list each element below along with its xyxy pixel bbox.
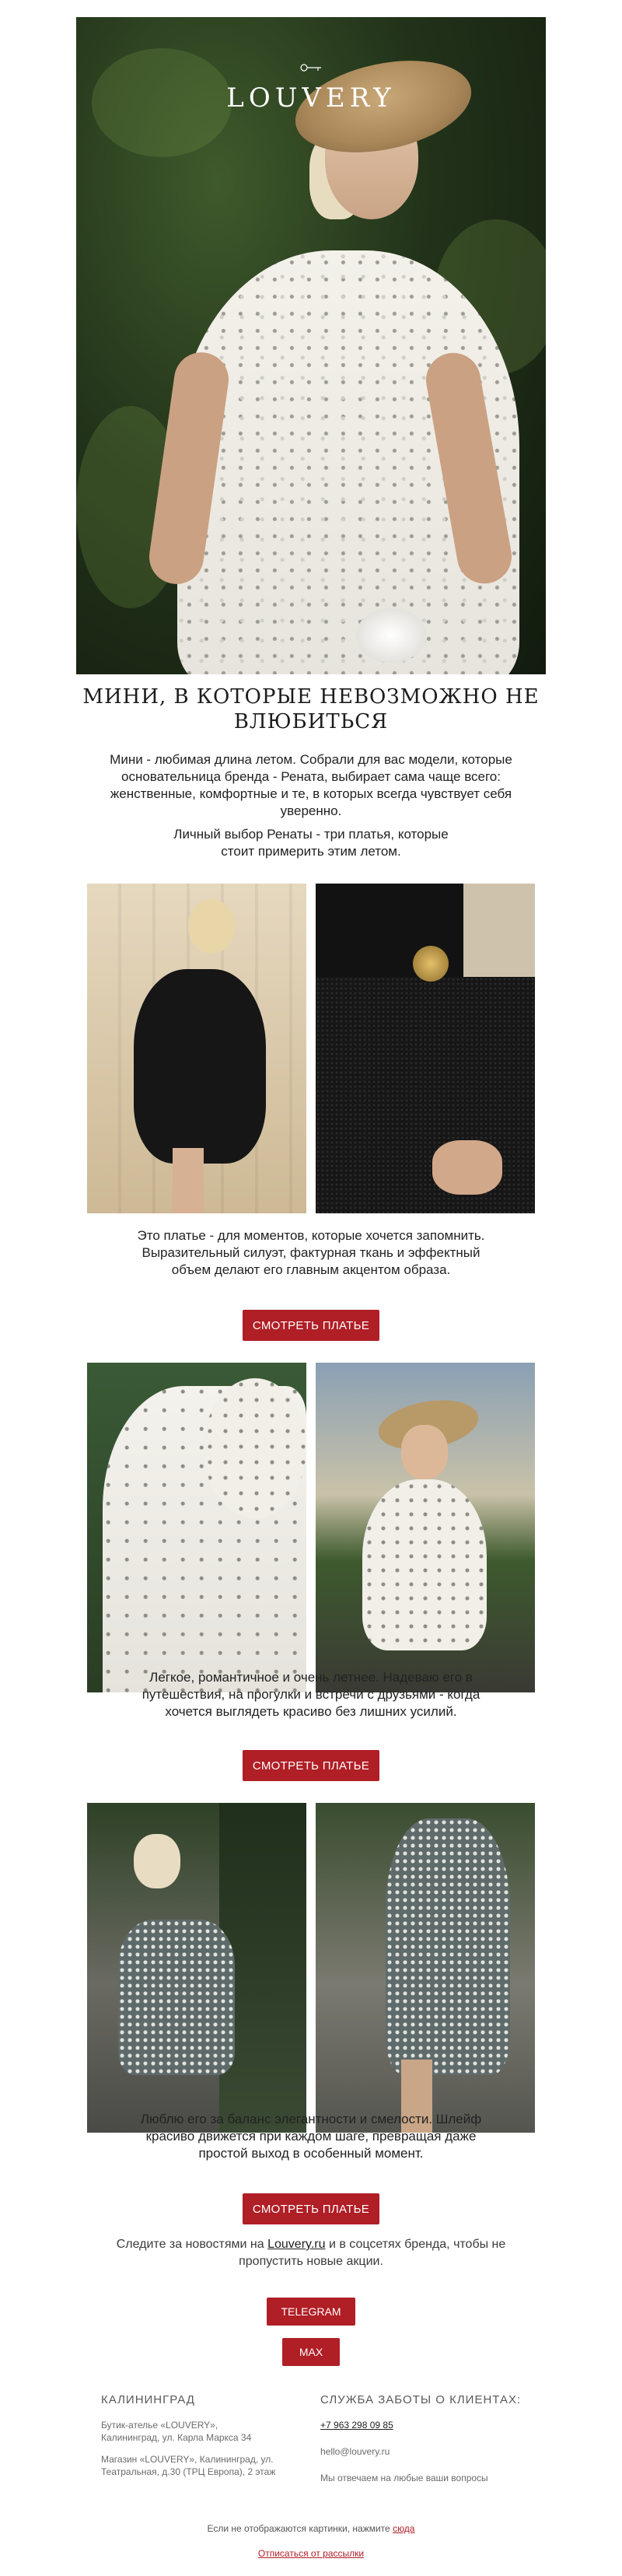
footer-city-heading: КАЛИНИНГРАД bbox=[101, 2393, 195, 2406]
view-dress-button[interactable]: СМОТРЕТЬ ПЛАТЬЕ bbox=[243, 2193, 379, 2224]
section3-photo-left[interactable] bbox=[87, 1803, 306, 2133]
page-title: МИНИ, В КОТОРЫЕ НЕВОЗМОЖНО НЕ ВЛЮБИТЬСЯ bbox=[82, 685, 540, 733]
follow-text-start: Следите за новостями на bbox=[116, 2238, 268, 2251]
section2-photo-left[interactable] bbox=[87, 1363, 306, 1692]
section1-text: Это платье - для моментов, которые хочет… bbox=[137, 1228, 485, 1277]
hero-image[interactable]: LOUVERY bbox=[76, 17, 546, 674]
footer-city-column: КАЛИНИНГРАД Бутик-ателье «LOUVERY», Кали… bbox=[101, 2394, 303, 2487]
section3-photo-right[interactable] bbox=[316, 1803, 535, 2133]
unsubscribe-link[interactable]: Отписаться от рассылки bbox=[0, 2548, 622, 2559]
footer-support-note: Мы отвечаем на любые ваши вопросы bbox=[320, 2473, 488, 2483]
email-page: LOUVERY МИНИ, В КОТОРЫЕ НЕВОЗМОЖНО НЕ ВЛ… bbox=[0, 0, 622, 2576]
footer-email[interactable]: hello@louvery.ru bbox=[320, 2445, 530, 2458]
footer-support-heading: СЛУЖБА ЗАБОТЫ О КЛИЕНТАХ: bbox=[320, 2393, 522, 2406]
section1-photo-left[interactable] bbox=[87, 884, 306, 1213]
key-logo-icon bbox=[300, 64, 321, 72]
brand-logo[interactable]: LOUVERY bbox=[76, 82, 546, 114]
pearl-bag-shape bbox=[356, 608, 426, 663]
images-note-text: Если не отображаются картинки, нажмите bbox=[207, 2523, 393, 2534]
section2-text: Легкое, романтичное и очень летнее. Наде… bbox=[142, 1670, 480, 1719]
images-link[interactable]: сюда bbox=[393, 2523, 414, 2534]
images-note: Если не отображаются картинки, нажмите с… bbox=[0, 2523, 622, 2534]
max-button[interactable]: MAX bbox=[282, 2338, 340, 2366]
footer-phone-link[interactable]: +7 963 298 09 85 bbox=[320, 2419, 530, 2431]
section1-photo-right[interactable] bbox=[316, 884, 535, 1213]
section2-photo-right[interactable] bbox=[316, 1363, 535, 1692]
louvery-site-link[interactable]: Louvery.ru bbox=[267, 2238, 325, 2251]
intro-paragraph: Личный выбор Ренаты - три платья, которы… bbox=[173, 827, 449, 859]
footer-store-address: Бутик-ателье «LOUVERY», Калининград, ул.… bbox=[101, 2420, 252, 2443]
view-dress-button[interactable]: СМОТРЕТЬ ПЛАТЬЕ bbox=[243, 1750, 379, 1781]
footer-support-column: СЛУЖБА ЗАБОТЫ О КЛИЕНТАХ: +7 963 298 09 … bbox=[320, 2394, 530, 2494]
telegram-button[interactable]: TELEGRAM bbox=[267, 2298, 355, 2326]
footer-store-address: Магазин «LOUVERY», Калининград, ул. Теат… bbox=[101, 2454, 276, 2477]
view-dress-button[interactable]: СМОТРЕТЬ ПЛАТЬЕ bbox=[243, 1310, 379, 1341]
section3-text: Люблю его за баланс элегантности и смело… bbox=[140, 2112, 482, 2161]
intro-paragraph: Мини - любимая длина летом. Собрали для … bbox=[110, 752, 512, 818]
follow-text: Следите за новостями на Louvery.ru и в с… bbox=[101, 2236, 521, 2270]
